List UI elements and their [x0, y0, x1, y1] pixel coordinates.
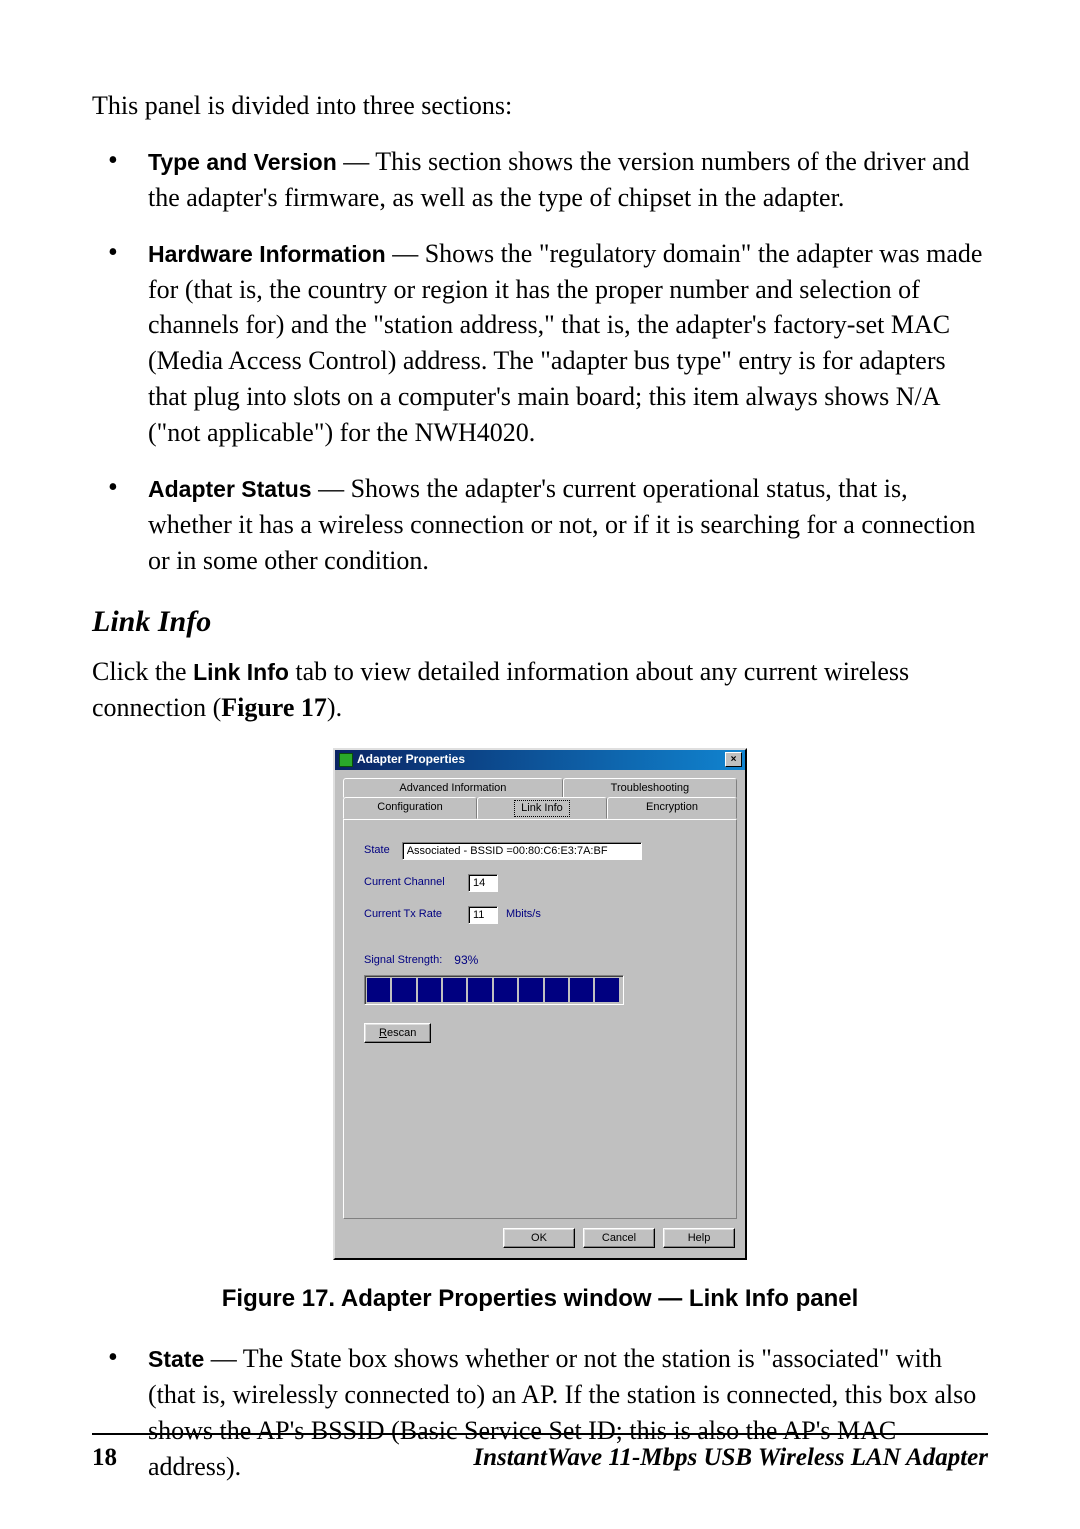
signal-strength-label: Signal Strength:	[364, 953, 442, 968]
cancel-button[interactable]: Cancel	[583, 1228, 655, 1248]
app-icon	[339, 753, 353, 767]
close-button[interactable]: ×	[725, 752, 742, 767]
figure-caption: Figure 17. Adapter Properties window — L…	[92, 1282, 988, 1315]
tab-link-info-label: Link Info	[514, 800, 570, 817]
bullet-adapter-status: Adapter Status — Shows the adapter's cur…	[92, 471, 988, 579]
tabstrip: Advanced Information Troubleshooting Con…	[343, 778, 737, 820]
link-info-panel: State Current Channel Current Tx Rate Mb…	[343, 819, 737, 1219]
current-channel-label: Current Channel	[364, 875, 456, 890]
txrate-unit: Mbits/s	[506, 907, 541, 922]
bullet-type-version: Type and Version — This section shows th…	[92, 144, 988, 216]
after-heading-link-info-label: Link Info	[193, 659, 289, 685]
page-footer: 18 InstantWave 11-Mbps USB Wireless LAN …	[92, 1433, 988, 1476]
dialog-button-row: OK Cancel Help	[335, 1220, 745, 1258]
link-info-heading: Link Info	[92, 601, 988, 642]
rescan-rest: escan	[387, 1027, 416, 1039]
progress-segment	[494, 978, 517, 1002]
help-button[interactable]: Help	[663, 1228, 735, 1248]
current-txrate-label: Current Tx Rate	[364, 907, 456, 922]
dialog-title-text: Adapter Properties	[357, 751, 465, 768]
figure-wrapper: Adapter Properties × Advanced Informatio…	[92, 748, 988, 1260]
page-number: 18	[92, 1441, 117, 1476]
top-bullet-list: Type and Version — This section shows th…	[92, 144, 988, 579]
bullet-hardware-info: Hardware Information — Shows the "regula…	[92, 236, 988, 451]
tab-encryption[interactable]: Encryption	[607, 797, 737, 819]
tab-advanced-information[interactable]: Advanced Information	[343, 778, 563, 798]
progress-segment	[519, 978, 542, 1002]
txrate-row: Current Tx Rate Mbits/s	[364, 906, 716, 924]
titlebar: Adapter Properties ×	[335, 750, 745, 770]
progress-segment	[443, 978, 466, 1002]
dialog-body: Advanced Information Troubleshooting Con…	[335, 770, 745, 1258]
titlebar-title-group: Adapter Properties	[339, 751, 465, 768]
signal-strength-bar	[364, 975, 624, 1005]
tab-row-back: Advanced Information Troubleshooting	[343, 778, 737, 798]
rescan-mnemonic: R	[379, 1027, 387, 1039]
channel-row: Current Channel	[364, 874, 716, 892]
document-title: InstantWave 11-Mbps USB Wireless LAN Ada…	[473, 1441, 988, 1476]
intro-paragraph: This panel is divided into three section…	[92, 88, 988, 124]
current-txrate-field[interactable]	[468, 906, 498, 924]
bullet-adapter-status-label: Adapter Status	[148, 476, 312, 502]
progress-segment	[392, 978, 415, 1002]
rescan-button[interactable]: Rescan	[364, 1023, 431, 1043]
state-row: State	[364, 842, 716, 860]
progress-segment	[367, 978, 390, 1002]
signal-strength-percent: 93%	[454, 952, 478, 969]
bullet-type-version-label: Type and Version	[148, 149, 337, 175]
progress-segment	[570, 978, 593, 1002]
bullet-hardware-info-label: Hardware Information	[148, 241, 386, 267]
tab-configuration[interactable]: Configuration	[343, 797, 477, 819]
bullet-state-label: State	[148, 1346, 204, 1372]
bullet-hardware-info-text: — Shows the "regulatory domain" the adap…	[148, 239, 982, 447]
progress-segment	[418, 978, 441, 1002]
tab-row-front: Configuration Link Info Encryption	[343, 797, 737, 819]
adapter-properties-dialog: Adapter Properties × Advanced Informatio…	[333, 748, 747, 1260]
after-heading-suffix: ).	[327, 693, 342, 722]
tab-troubleshooting[interactable]: Troubleshooting	[563, 778, 737, 798]
progress-segment	[545, 978, 568, 1002]
after-heading-prefix: Click the	[92, 657, 193, 686]
after-heading-paragraph: Click the Link Info tab to view detailed…	[92, 654, 988, 726]
progress-segment	[468, 978, 491, 1002]
signal-strength-row: Signal Strength: 93%	[364, 952, 716, 969]
state-field[interactable]	[402, 842, 642, 860]
after-heading-figure-ref: Figure 17	[221, 693, 327, 722]
tab-link-info[interactable]: Link Info	[477, 797, 607, 819]
state-label: State	[364, 843, 390, 858]
current-channel-field[interactable]	[468, 874, 498, 892]
ok-button[interactable]: OK	[503, 1228, 575, 1248]
progress-segment	[595, 978, 618, 1002]
